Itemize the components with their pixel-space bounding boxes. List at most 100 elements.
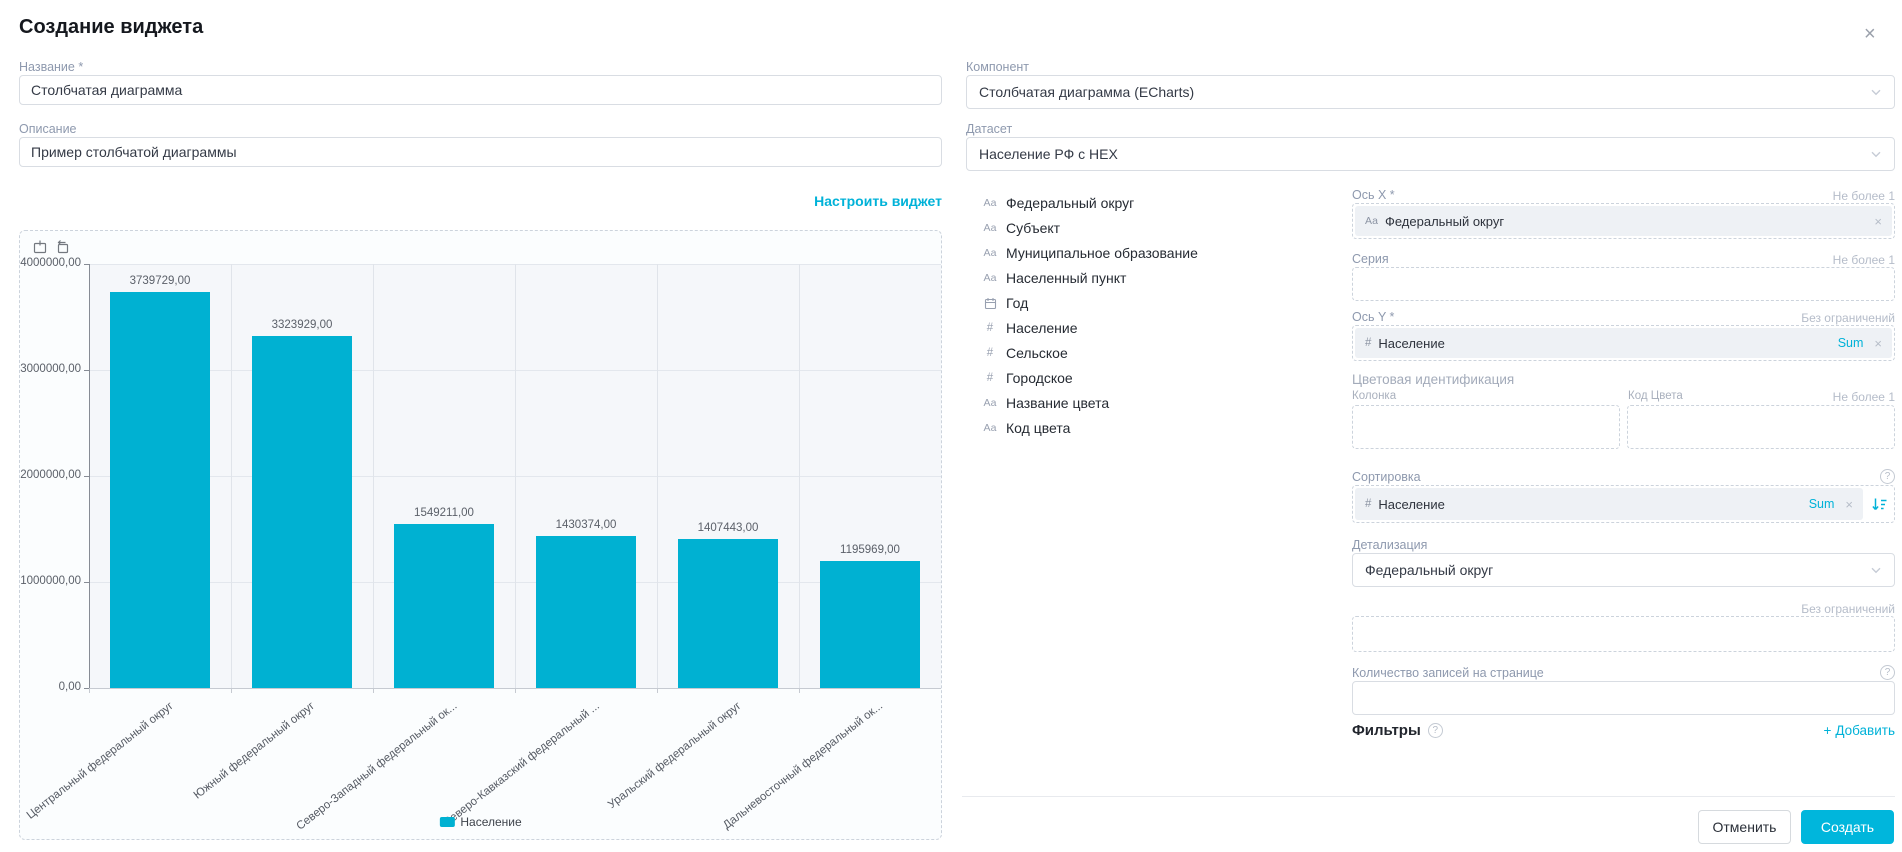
page-size-help-icon[interactable]: ? <box>1880 665 1895 680</box>
field-label: Код цвета <box>1006 420 1070 436</box>
field-label: Население <box>1006 320 1078 336</box>
cancel-button[interactable]: Отменить <box>1698 810 1791 844</box>
axis-x-dropzone[interactable]: Аа Федеральный округ × <box>1352 203 1895 239</box>
sorting-chip[interactable]: # Население Sum × <box>1355 488 1863 520</box>
chevron-down-icon <box>1870 564 1882 576</box>
color-code-dropzone[interactable] <box>1627 405 1895 449</box>
description-input[interactable] <box>19 137 942 167</box>
chart-legend[interactable]: Население <box>439 815 521 829</box>
y-axis-line <box>89 264 90 689</box>
axis-y-limit: Без ограничений <box>1595 311 1895 325</box>
axis-y-chip[interactable]: # Население Sum × <box>1355 328 1892 358</box>
bar-value-label: 1430374,00 <box>516 519 656 531</box>
sorting-dropzone[interactable]: # Население Sum × <box>1352 485 1895 523</box>
bar-value-label: 1407443,00 <box>658 522 798 534</box>
component-label: Компонент <box>966 60 1029 74</box>
plus-icon: + <box>1823 723 1831 738</box>
detail-extra-limit: Без ограничений <box>1595 602 1895 616</box>
configure-widget-link[interactable]: Настроить виджет <box>814 193 942 209</box>
dataset-field[interactable]: Аа Код цвета <box>980 421 1330 435</box>
create-widget-dialog: Создание виджета × Название * Описание Н… <box>0 0 1902 852</box>
dataset-field[interactable]: #Городское <box>980 371 1330 385</box>
axis-y-chip-label: Население <box>1378 336 1830 351</box>
series-label: Серия <box>1352 252 1389 266</box>
bar[interactable] <box>252 336 352 688</box>
footer-divider <box>962 796 1895 797</box>
detail-extra-dropzone[interactable] <box>1352 616 1895 652</box>
field-label: Субъект <box>1006 220 1060 236</box>
axis-x-chip[interactable]: Аа Федеральный округ × <box>1355 206 1892 236</box>
create-button[interactable]: Создать <box>1801 810 1894 844</box>
chart-preview: 4000000,003000000,002000000,001000000,00… <box>19 230 942 840</box>
component-select[interactable]: Столбчатая диаграмма (ECharts) <box>966 75 1895 109</box>
number-type-icon: # <box>980 372 1000 384</box>
bar[interactable] <box>394 524 494 688</box>
dataset-field[interactable]: Аа Населенный пункт <box>980 271 1330 285</box>
dataset-field[interactable]: Год <box>980 296 1330 310</box>
x-axis-line <box>89 688 941 689</box>
text-type-icon: Аа <box>1365 215 1378 227</box>
dataset-select[interactable]: Население РФ с HEX <box>966 137 1895 171</box>
x-axis-label: Южный федеральный округ <box>192 700 317 802</box>
dataset-field[interactable]: # Сельское <box>980 346 1330 360</box>
field-label: Населенный пункт <box>1006 270 1126 286</box>
bar[interactable] <box>820 561 920 688</box>
y-axis-label: 4000000,00 <box>19 257 81 269</box>
bar-value-label: 1549211,00 <box>374 507 514 519</box>
color-column-dropzone[interactable] <box>1352 405 1620 449</box>
page-size-input[interactable] <box>1352 681 1895 715</box>
text-type-icon: Аа <box>980 222 1000 234</box>
x-axis-label: Северо-Кавказский федеральный ... <box>441 700 602 829</box>
field-label: Сельское <box>1006 345 1068 361</box>
field-label: Федеральный округ <box>1006 195 1134 211</box>
dataset-field[interactable]: АаФедеральный округ <box>980 196 1330 210</box>
text-type-icon: Аа <box>980 247 1000 259</box>
aggregation-badge[interactable]: Sum <box>1809 497 1835 511</box>
field-label: Муниципальное образование <box>1006 245 1198 261</box>
bar-value-label: 1195969,00 <box>800 544 940 556</box>
legend-swatch <box>439 817 454 827</box>
bar[interactable] <box>110 292 210 688</box>
description-label: Описание <box>19 122 77 136</box>
bar[interactable] <box>678 539 778 688</box>
aggregation-badge[interactable]: Sum <box>1838 336 1864 350</box>
close-icon[interactable]: × <box>1864 24 1876 44</box>
chart-zoom-select-icon[interactable] <box>32 239 48 255</box>
series-dropzone[interactable] <box>1352 267 1895 301</box>
text-type-icon: Аа <box>980 422 1000 434</box>
remove-icon[interactable]: × <box>1845 497 1853 512</box>
text-type-icon: Аа <box>980 272 1000 284</box>
name-input[interactable] <box>19 75 942 105</box>
bar-value-label: 3323929,00 <box>232 319 372 331</box>
x-gridline <box>373 264 374 688</box>
dataset-field[interactable]: АаНазвание цвета <box>980 396 1330 410</box>
remove-icon[interactable]: × <box>1874 336 1882 351</box>
filters-label: Фильтры <box>1352 722 1421 739</box>
field-label: Название цвета <box>1006 395 1109 411</box>
bar-chart: 4000000,003000000,002000000,001000000,00… <box>20 231 941 839</box>
name-label: Название * <box>19 60 83 74</box>
dataset-field[interactable]: # Население <box>980 321 1330 335</box>
sorting-help-icon[interactable]: ? <box>1880 469 1895 484</box>
legend-label: Население <box>460 815 521 829</box>
x-gridline <box>941 264 942 688</box>
detail-select[interactable]: Федеральный округ <box>1352 553 1895 587</box>
number-type-icon: # <box>1365 337 1371 349</box>
bar[interactable] <box>536 536 636 688</box>
color-column-label: Колонка <box>1352 390 1396 402</box>
x-axis-tick <box>941 688 942 693</box>
add-filter-link[interactable]: + Добавить <box>1823 723 1895 738</box>
dataset-field[interactable]: Аа Муниципальное образование <box>980 246 1330 260</box>
sort-descending-icon[interactable] <box>1871 496 1888 513</box>
remove-icon[interactable]: × <box>1874 214 1882 229</box>
axis-y-dropzone[interactable]: # Население Sum × <box>1352 325 1895 361</box>
x-gridline <box>799 264 800 688</box>
number-type-icon: # <box>980 322 1000 334</box>
chart-restore-icon[interactable] <box>55 239 71 255</box>
x-axis-label: Дальневосточный федеральный ок... <box>721 700 885 832</box>
dataset-field[interactable]: Аа Субъект <box>980 221 1330 235</box>
number-type-icon: # <box>980 347 1000 359</box>
axis-x-label: Ось X * <box>1352 188 1395 202</box>
filters-help-icon[interactable]: ? <box>1428 723 1443 738</box>
dataset-value: Население РФ с HEX <box>979 146 1870 162</box>
